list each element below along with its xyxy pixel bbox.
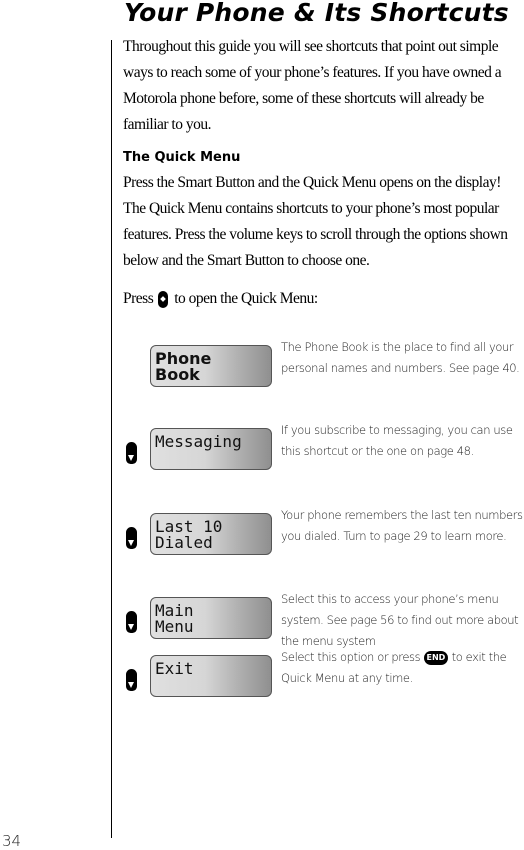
press-suffix: to open the Quick Menu: bbox=[174, 290, 318, 307]
quick-menu-paragraph: Press the Smart Button and the Quick Men… bbox=[123, 174, 508, 269]
press-prefix: Press bbox=[123, 290, 154, 307]
scroll-down-key-icon bbox=[126, 442, 137, 464]
item-description: The Phone Book is the place to find all … bbox=[281, 340, 520, 375]
item-description: Your phone remembers the last ten number… bbox=[281, 508, 523, 543]
page-number: 34 bbox=[2, 832, 22, 850]
lcd-display: Last 10 Dialed bbox=[150, 513, 272, 555]
intro-paragraph: Throughout this guide you will see short… bbox=[123, 38, 502, 133]
lcd-display: Messaging bbox=[150, 428, 272, 470]
display-line-2: Book bbox=[155, 365, 200, 384]
lcd-display: Main Menu bbox=[150, 597, 272, 639]
end-key-icon: END bbox=[423, 651, 449, 665]
quick-menu-heading: The Quick Menu bbox=[123, 150, 241, 165]
display-line-1: Messaging bbox=[155, 432, 242, 451]
item-description: Select this option or press END to exit … bbox=[281, 647, 524, 689]
scroll-down-key-icon bbox=[126, 611, 137, 633]
display-line-1: Exit bbox=[155, 659, 194, 678]
scroll-down-key-icon bbox=[126, 527, 137, 549]
lcd-display: Exit bbox=[150, 655, 272, 697]
press-instruction: Press to open the Quick Menu: bbox=[123, 286, 318, 312]
display-line-2: Dialed bbox=[155, 533, 213, 552]
lcd-display: Phone Book bbox=[150, 345, 272, 387]
margin-rule bbox=[111, 40, 112, 838]
page-title: Your Phone & Its Shortcuts bbox=[124, 0, 509, 27]
item-description: Select this to access your phone’s menu … bbox=[281, 592, 519, 648]
description-prefix: Select this option or press bbox=[281, 650, 421, 664]
item-description: If you subscribe to messaging, you can u… bbox=[281, 423, 513, 458]
display-line-2: Menu bbox=[155, 617, 194, 636]
scroll-down-key-icon bbox=[126, 669, 137, 691]
smart-button-icon bbox=[158, 290, 169, 308]
